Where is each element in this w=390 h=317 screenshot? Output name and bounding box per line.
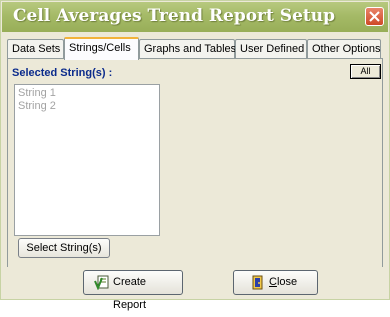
close-window-button[interactable]	[365, 7, 384, 26]
tab-user-defined[interactable]: User Defined	[235, 39, 307, 59]
tab-strings-cells[interactable]: Strings/Cells	[64, 37, 139, 60]
button-bar	[6, 267, 386, 297]
tab-graphs-and-tables[interactable]: Graphs and Tables	[139, 39, 236, 59]
close-button[interactable]: Close	[233, 270, 318, 295]
dialog-window: Cell Averages Trend Report Setup Data Se…	[0, 0, 390, 311]
window-title: Cell Averages Trend Report Setup	[13, 6, 335, 26]
door-exit-icon	[251, 275, 265, 299]
select-strings-button[interactable]: Select String(s)	[18, 238, 110, 258]
create-report-label: Create Report	[113, 276, 147, 311]
close-label: Close	[269, 271, 297, 294]
close-accel-letter: C	[269, 276, 277, 288]
select-all-button[interactable]: All	[350, 64, 381, 79]
tab-other-options[interactable]: Other Options	[307, 39, 381, 59]
close-icon	[369, 11, 380, 22]
selected-strings-list[interactable]: String 1 String 2	[14, 84, 160, 236]
tab-data-sets[interactable]: Data Sets	[7, 39, 64, 59]
list-item[interactable]: String 2	[18, 100, 156, 113]
create-report-icon	[94, 275, 110, 299]
create-report-button[interactable]: Create Report	[83, 270, 183, 311]
selected-strings-label: Selected String(s) :	[12, 67, 113, 79]
title-bar[interactable]: Cell Averages Trend Report Setup	[2, 2, 388, 32]
list-item[interactable]: String 1	[18, 87, 156, 100]
close-label-rest: lose	[276, 276, 298, 288]
